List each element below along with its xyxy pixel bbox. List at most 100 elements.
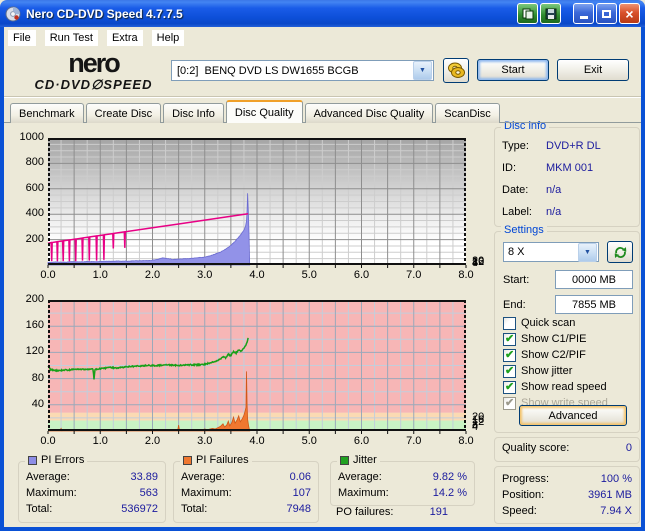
- po-failures-label: PO failures:: [336, 506, 394, 518]
- save-icon[interactable]: [540, 3, 561, 24]
- disc-id-label: ID:: [502, 162, 517, 174]
- quality-score-label: Quality score:: [502, 442, 570, 454]
- chevron-down-icon[interactable]: ▼: [413, 61, 432, 80]
- menubar: File Run Test Extra Help: [4, 27, 641, 48]
- pif-total-label: Total:: [181, 503, 208, 515]
- disc-id-value: MKM 001: [546, 162, 594, 174]
- advanced-button[interactable]: Advanced: [519, 405, 627, 426]
- pie-average-value: 33.89: [130, 471, 158, 483]
- app-window: Nero CD-DVD Speed 4.7.7.5 × File Run Tes…: [0, 0, 645, 531]
- pi-failures-jitter-chart: 200 160 120 80 40 20 16 12 8 4 0.0 1.0 2.0 3.0 4.0 5.0 6…: [25, 293, 485, 447]
- scan-speed-value: 8 X: [508, 246, 525, 258]
- checkbox-box: [503, 380, 516, 394]
- checkbox-show-c1-pie[interactable]: Show C1/PIE: [503, 332, 586, 346]
- progress-label: Progress:: [502, 473, 550, 485]
- maximize-button[interactable]: [596, 3, 617, 24]
- chevron-down-icon[interactable]: ▼: [578, 242, 597, 262]
- jitter-average-label: Average:: [338, 471, 382, 483]
- disc-type-label: Type:: [502, 140, 529, 152]
- checkbox-show-c2-pif[interactable]: Show C2/PIF: [503, 348, 586, 362]
- checkbox-box: [503, 316, 516, 330]
- menu-file[interactable]: File: [8, 29, 36, 46]
- quality-score-value: 0: [625, 442, 632, 454]
- tab-disc-quality[interactable]: Disc Quality: [225, 100, 303, 123]
- pif-maximum-value: 107: [292, 487, 311, 499]
- window-title: Nero CD-DVD Speed 4.7.7.5: [26, 6, 183, 21]
- nero-logo-text: nero: [68, 48, 121, 78]
- quality-score-group: Quality score: 0: [494, 437, 640, 462]
- menu-extra[interactable]: Extra: [106, 29, 143, 46]
- nero-logo: nero CD·DVD∅SPEED: [16, 48, 171, 92]
- checkbox-show-jitter[interactable]: Show jitter: [503, 364, 572, 378]
- start-button[interactable]: Start: [477, 59, 549, 81]
- start-field-label: Start:: [503, 274, 530, 286]
- disc-date-label: Date:: [502, 184, 529, 196]
- menu-run-test[interactable]: Run Test: [44, 29, 98, 46]
- checkbox-box: [503, 332, 516, 346]
- speed-value: 7.94 X: [600, 505, 632, 517]
- tab-disc-info[interactable]: Disc Info: [163, 103, 224, 123]
- progress-value: 100 %: [600, 473, 632, 485]
- drive-select-value: [0:2] BENQ DVD LS DW1655 BCGB: [177, 64, 359, 77]
- progress-group: Progress: 100 % Position: 3961 MB Speed: 7.…: [494, 466, 640, 524]
- window-border-left: [0, 26, 4, 531]
- discs-icon: [447, 62, 465, 78]
- settings-title: Settings: [501, 224, 547, 236]
- checkbox-box: [503, 396, 516, 410]
- checkbox-label: Show C1/PIE: [521, 333, 587, 345]
- header-divider: [4, 96, 641, 98]
- po-failures-value: 191: [429, 506, 448, 518]
- jitter-title: Jitter: [353, 454, 377, 466]
- eject-disc-button[interactable]: [443, 58, 469, 83]
- menu-help[interactable]: Help: [151, 29, 185, 46]
- disc-label-label: Label:: [502, 206, 532, 218]
- checkbox-label: Show C2/PIF: [521, 349, 586, 361]
- tab-advanced-disc-quality[interactable]: Advanced Disc Quality: [304, 103, 434, 123]
- exit-button[interactable]: Exit: [557, 59, 629, 81]
- checkbox-box: [503, 348, 516, 362]
- window-border-right: [641, 26, 645, 531]
- pi-errors-chart: 1000 800 600 400 200 20 16 12 8 4 0.0 1.0 2.0 3.0 4.0 5…: [19, 131, 485, 281]
- copy-icon[interactable]: [517, 3, 538, 24]
- minimize-button[interactable]: [573, 3, 594, 24]
- tab-scandisc[interactable]: ScanDisc: [435, 103, 500, 123]
- checkbox-show-read-speed[interactable]: Show read speed: [503, 380, 607, 394]
- disc-info-group: Disc info Type: DVD+R DL ID: MKM 001 Date:…: [494, 120, 640, 227]
- titlebar: Nero CD-DVD Speed 4.7.7.5 ×: [0, 0, 645, 27]
- pie-total-label: Total:: [26, 503, 53, 515]
- scan-speed-select[interactable]: 8 X ▼: [503, 242, 599, 262]
- exit-button-label: Exit: [583, 64, 603, 76]
- checkbox-label: Show jitter: [521, 365, 573, 377]
- advanced-button-label: Advanced: [548, 409, 598, 422]
- pif-maximum-label: Maximum:: [181, 487, 232, 499]
- pie-maximum-label: Maximum:: [26, 487, 77, 499]
- tab-create-disc[interactable]: Create Disc: [85, 103, 162, 123]
- pie-total-value: 536972: [121, 503, 158, 515]
- drive-select[interactable]: [0:2] BENQ DVD LS DW1655 BCGB ▼: [171, 60, 434, 81]
- position-value: 3961 MB: [587, 489, 632, 501]
- po-failures-row: PO failures: 191: [336, 506, 448, 518]
- refresh-button[interactable]: [607, 241, 633, 263]
- close-button[interactable]: ×: [619, 3, 640, 24]
- tab-benchmark[interactable]: Benchmark: [10, 103, 84, 123]
- jitter-group: Jitter Average: 9.82 % Maximum: 14.2 %: [330, 454, 475, 506]
- jitter-maximum-label: Maximum:: [338, 487, 389, 499]
- pie-maximum-value: 563: [139, 487, 158, 499]
- end-position-field[interactable]: [555, 295, 633, 314]
- refresh-icon: [614, 246, 626, 258]
- jitter-legend-swatch: [340, 455, 349, 465]
- jitter-average-value: 9.82 %: [432, 471, 467, 483]
- checkbox-quick-scan[interactable]: Quick scan: [503, 316, 575, 330]
- disc-date-value: n/a: [546, 184, 562, 196]
- pi-failures-legend-swatch: [183, 455, 192, 465]
- pif-average-label: Average:: [181, 471, 225, 483]
- pi-failures-group: PI Failures Average: 0.06 Maximum: 107 Tot…: [173, 454, 319, 523]
- disc-type-value: DVD+R DL: [546, 140, 601, 152]
- end-field-label: End:: [503, 299, 526, 311]
- pi-errors-group: PI Errors Average: 33.89 Maximum: 563 Tota…: [18, 454, 166, 523]
- pi-errors-legend-swatch: [28, 455, 37, 465]
- jitter-maximum-value: 14.2 %: [432, 487, 467, 499]
- start-position-field[interactable]: [555, 270, 633, 289]
- titlebar-buttons: ×: [517, 3, 640, 24]
- pie-average-label: Average:: [26, 471, 70, 483]
